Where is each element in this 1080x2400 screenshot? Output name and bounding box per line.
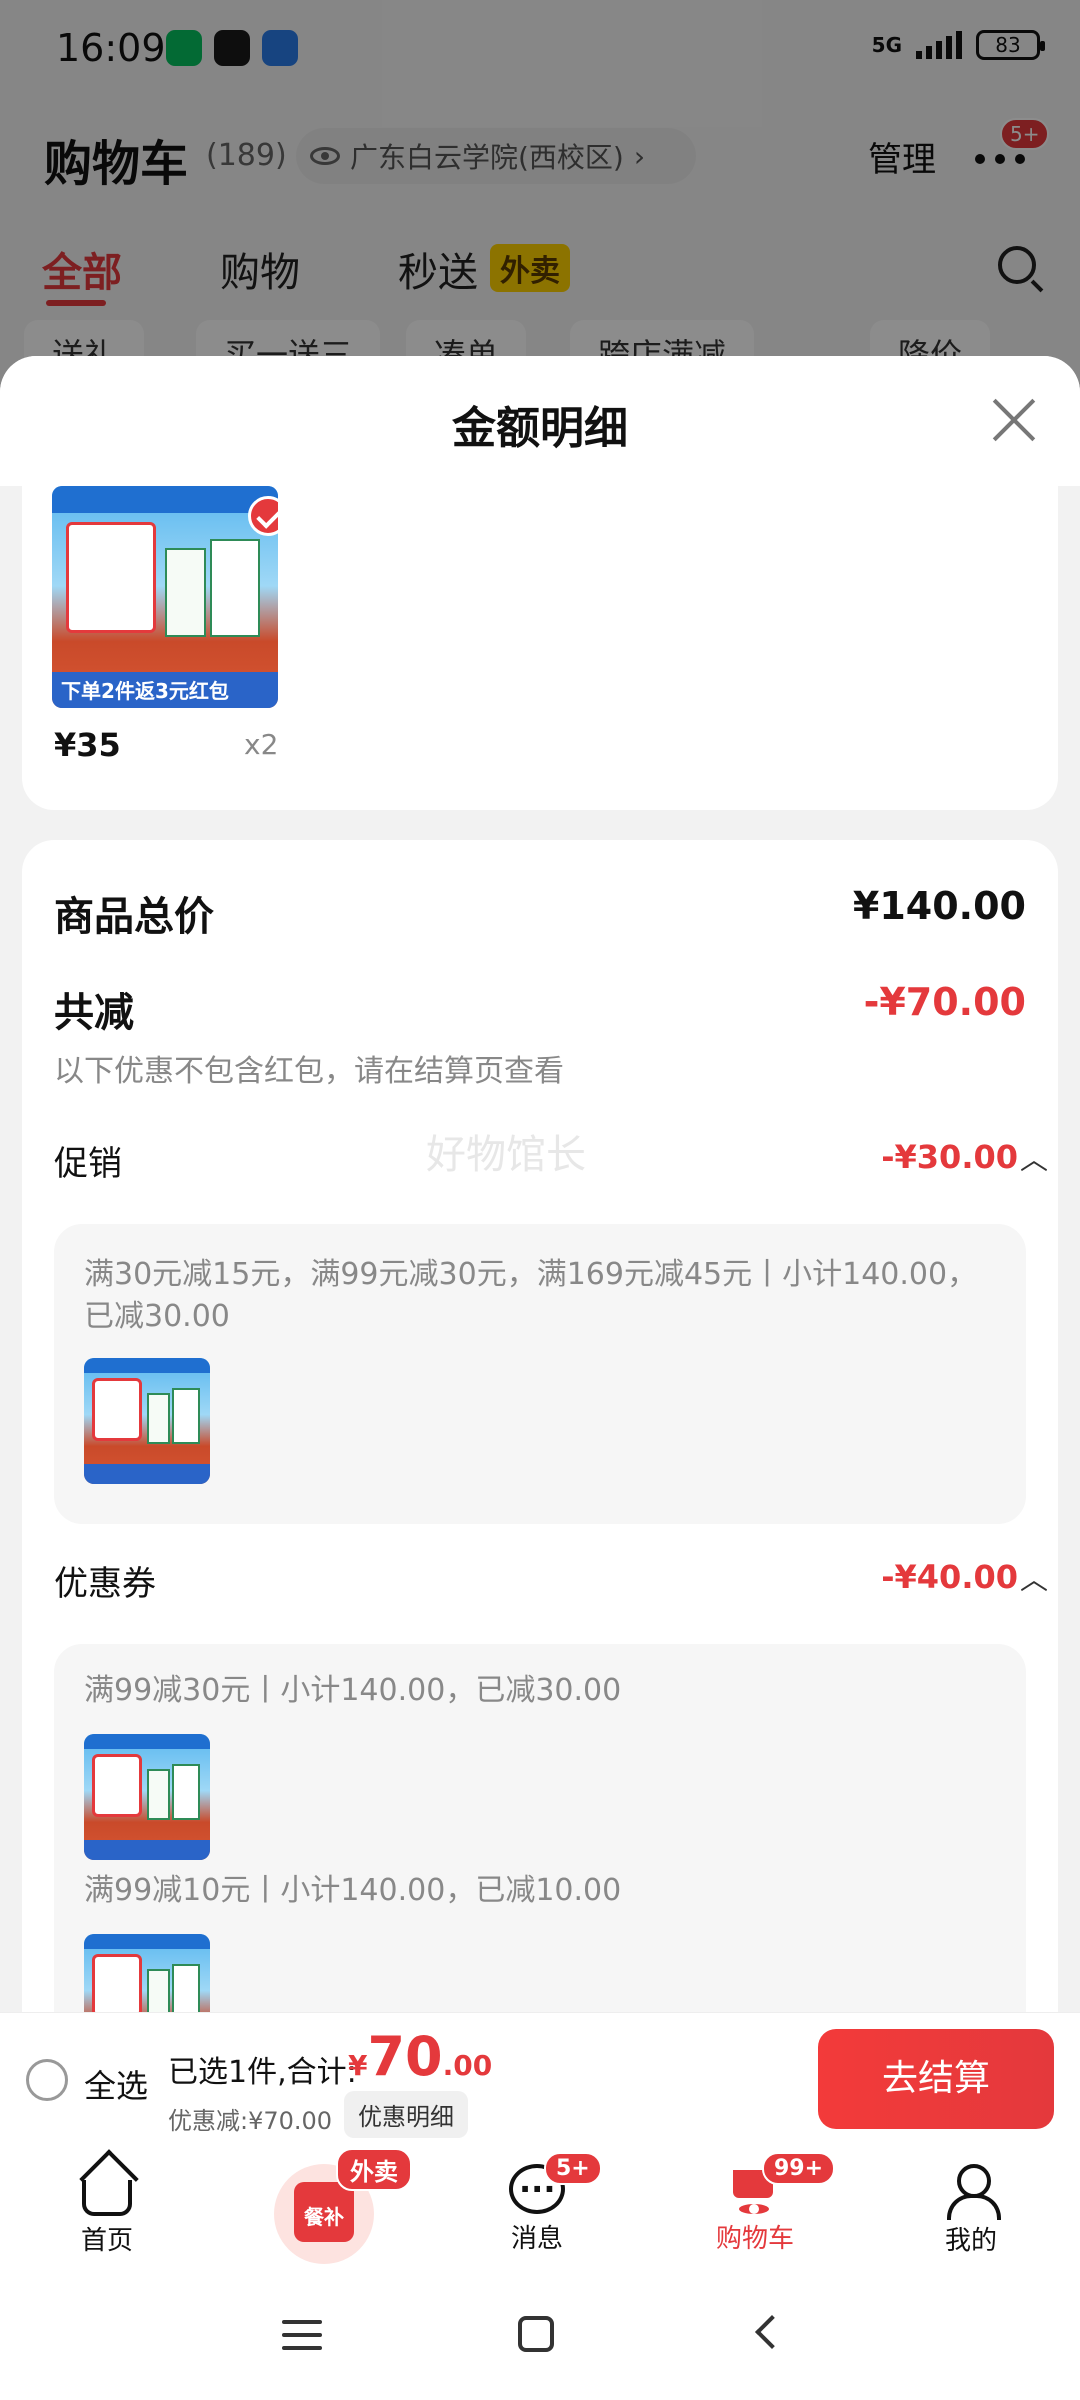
sheet-header: 金额明细	[0, 356, 1080, 486]
total-amount: ¥70.00	[348, 2025, 492, 2088]
cart-badge: 99+	[762, 2152, 836, 2185]
product-price: ¥35	[54, 726, 121, 764]
promo-label: 促销	[54, 1144, 122, 1184]
coupon-product-thumbnail	[84, 1934, 210, 2016]
select-all-radio[interactable]	[26, 2059, 68, 2101]
back-icon[interactable]	[755, 2315, 789, 2349]
reduction-value: -¥70.00	[863, 980, 1026, 1024]
product-quantity: x2	[244, 728, 279, 761]
promo-detail-box: 满30元减15元，满99元减30元，满169元减45元丨小计140.00，已减3…	[54, 1224, 1026, 1524]
product-promo-text: 下单2件返3元红包	[61, 678, 229, 703]
nav-home[interactable]: 首页	[32, 2164, 182, 2257]
reduction-label: 共减	[54, 990, 134, 1036]
total-integer: 70	[367, 2025, 443, 2088]
promo-value[interactable]: -¥30.00	[881, 1138, 1018, 1176]
coupon-product-thumbnail	[84, 1734, 210, 1860]
coupon-detail-box: 满99减30元丨小计140.00，已减30.00 满99减10元丨小计140.0…	[54, 1644, 1026, 2016]
select-all-label[interactable]: 全选	[84, 2061, 148, 2107]
selected-summary: 已选1件,合计:	[168, 2055, 357, 2090]
sheet-title: 金额明细	[452, 403, 628, 454]
price-summary-card: 商品总价 ¥140.00 共减 -¥70.00 以下优惠不包含红包，请在结算页查…	[22, 840, 1058, 2016]
meal-subsidy-icon: 餐补	[294, 2182, 354, 2242]
checkout-bar: 全选 已选1件,合计: ¥70.00 优惠减:¥70.00 优惠明细 去结算	[0, 2012, 1080, 2144]
meal-subsidy-badge: 外卖	[336, 2148, 412, 2191]
modal-overlay[interactable]	[0, 0, 1080, 400]
product-card: 下单2件返3元红包 ¥35 x2	[22, 486, 1058, 810]
nav-home-label: 首页	[80, 2226, 133, 2256]
discount-text: 优惠减:¥70.00	[168, 2107, 333, 2135]
nav-me-label: 我的	[944, 2226, 997, 2256]
product-art: 下单2件返3元红包	[52, 486, 278, 708]
system-nav-bar	[0, 2272, 1080, 2400]
chevron-up-icon[interactable]: ︿	[1020, 1138, 1048, 1178]
coupon-detail-text: 满99减10元丨小计140.00，已减10.00	[84, 1873, 622, 1908]
total-price-label: 商品总价	[54, 894, 214, 940]
product-image[interactable]: 下单2件返3元红包	[52, 486, 278, 708]
nav-cart[interactable]: 购物车 99+	[680, 2152, 836, 2255]
messages-badge: 5+	[544, 2152, 602, 2185]
nav-cart-label: 购物车	[715, 2224, 794, 2254]
amount-detail-sheet: 金额明细 下单2件返3元红包 ¥35 x2 商品总价 ¥140.00 共减 -¥…	[0, 356, 1080, 2016]
home-icon	[82, 2180, 132, 2216]
cart-page-background: 16:09 5G 83 购物车 (189) 广东白云学院(西校区) › 管理 5…	[0, 0, 1080, 400]
total-price-value: ¥140.00	[852, 884, 1026, 928]
bottom-nav: 首页 消息 5+ 购物车 99+ 我的	[0, 2144, 1080, 2272]
promo-detail-text: 满30元减15元，满99元减30元，满169元减45元丨小计140.00，已减3…	[84, 1257, 978, 1334]
close-icon[interactable]	[990, 396, 1038, 444]
coupon-label: 优惠券	[54, 1564, 156, 1604]
discount-detail-button[interactable]: 优惠明细	[344, 2091, 468, 2138]
coupon-detail-text: 满99减30元丨小计140.00，已减30.00	[84, 1673, 622, 1708]
profile-icon	[945, 2164, 1001, 2220]
nav-me[interactable]: 我的	[896, 2164, 1046, 2257]
menu-icon[interactable]	[282, 2320, 322, 2350]
total-currency: ¥	[348, 2049, 368, 2082]
reduction-note: 以下优惠不包含红包，请在结算页查看	[54, 1054, 564, 1089]
home-square-icon[interactable]	[518, 2316, 554, 2352]
coupon-value[interactable]: -¥40.00	[881, 1558, 1018, 1596]
chevron-up-icon[interactable]: ︿	[1020, 1558, 1048, 1598]
checkout-button[interactable]: 去结算	[818, 2029, 1054, 2129]
total-decimal: .00	[442, 2049, 493, 2082]
promo-product-thumbnail	[84, 1358, 210, 1484]
watermark: 好物馆长	[426, 1132, 586, 1178]
nav-messages-label: 消息	[510, 2224, 563, 2254]
nav-messages[interactable]: 消息 5+	[462, 2152, 612, 2255]
